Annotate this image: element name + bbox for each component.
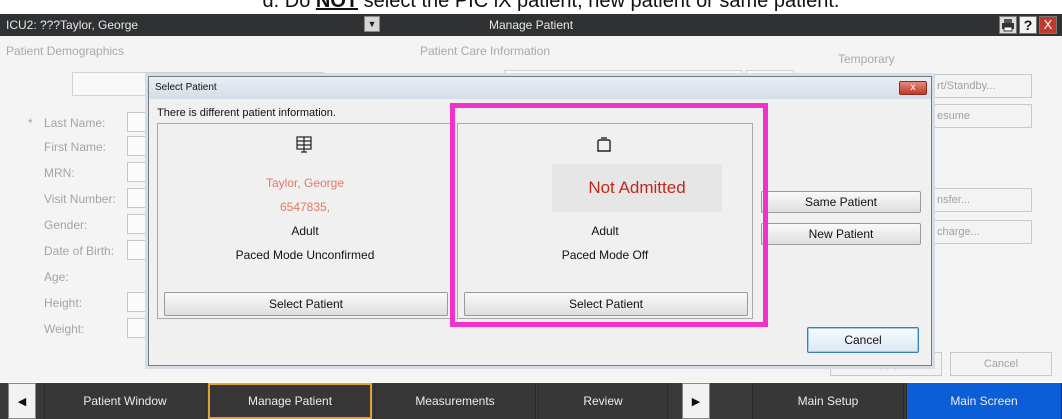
print-icon[interactable] [999,16,1017,34]
title-bar: ICU2: ???Taylor, George ▼ Manage Patient… [0,14,1062,36]
tab-review[interactable]: Review [538,383,668,419]
standby-button[interactable]: rt/Standby... [930,74,1032,98]
height-label: Height: [44,296,83,310]
monitor-icon [158,136,452,154]
discharge-button[interactable]: charge... [930,220,1032,244]
nav-next-button[interactable]: ▶ [682,383,710,419]
care-info-group-label: Patient Care Information [420,44,551,58]
temporary-group-label: Temporary [838,52,895,66]
monitor-patient-pane: Taylor, George 6547835, Adult Paced Mode… [157,123,453,319]
date-of-birth-label: Date of Birth: [44,244,115,258]
bottom-nav: ◀ Patient Window Manage Patient Measurem… [0,383,1062,419]
demographics-group-label: Patient Demographics [6,44,125,58]
transfer-button[interactable]: nsfer... [930,188,1032,212]
main-setup-button[interactable]: Main Setup [752,383,904,419]
paced-mode: Paced Mode Unconfirmed [235,248,375,262]
close-window-button[interactable]: X [1039,16,1057,34]
patient-id: 6547835, [279,200,331,214]
dialog-message: There is different patient information. [157,107,336,119]
weight-field[interactable] [127,318,149,338]
screen: d. Do NOT select the PIC iX patient, new… [0,0,1062,419]
patient-category: Adult [291,224,319,238]
tab-patient-window[interactable]: Patient Window [44,383,206,419]
instruction-text: d. Do NOT select the PIC iX patient, new… [0,0,1062,12]
first-name-label: First Name: [44,140,107,154]
date-of-birth-field[interactable] [127,240,149,260]
last-name-label: Last Name: [44,116,106,130]
resume-button[interactable]: esume [930,104,1032,128]
tab-measurements[interactable]: Measurements [374,383,536,419]
nav-prev-button[interactable]: ◀ [8,383,36,419]
instruction-emphasis: NOT [315,0,359,12]
help-button[interactable]: ? [1019,16,1037,34]
instruction-rest: select the PIC iX patient, new patient o… [358,0,840,12]
same-patient-button[interactable]: Same Patient [761,191,921,213]
window-title: Manage Patient [488,18,574,32]
first-name-field[interactable] [127,136,149,156]
mrn-label: MRN: [44,166,75,180]
new-patient-button[interactable]: New Patient [761,223,921,245]
weight-label: Weight: [44,322,85,336]
instruction-prefix: d. Do [262,0,316,12]
required-marker: * [28,116,33,130]
dialog-close-button[interactable]: x [899,81,927,95]
height-field[interactable] [127,292,149,312]
age-label: Age: [44,270,69,284]
gender-field[interactable] [127,214,149,234]
patient-name: Taylor, George [265,176,345,190]
dialog-cancel-button[interactable]: Cancel [807,327,919,353]
dialog-title: Select Patient [149,77,931,99]
gender-label: Gender: [44,218,88,232]
cancel-background-button[interactable]: Cancel [950,352,1052,376]
visit-number-field[interactable] [127,188,149,208]
select-patient-left-button[interactable]: Select Patient [164,292,448,316]
last-name-field[interactable] [127,112,149,132]
visit-number-label: Visit Number: [44,192,116,206]
main-screen-button[interactable]: Main Screen [906,383,1062,419]
tab-manage-patient[interactable]: Manage Patient [208,383,372,419]
mrn-field[interactable] [127,162,149,182]
highlight-box [450,103,768,327]
